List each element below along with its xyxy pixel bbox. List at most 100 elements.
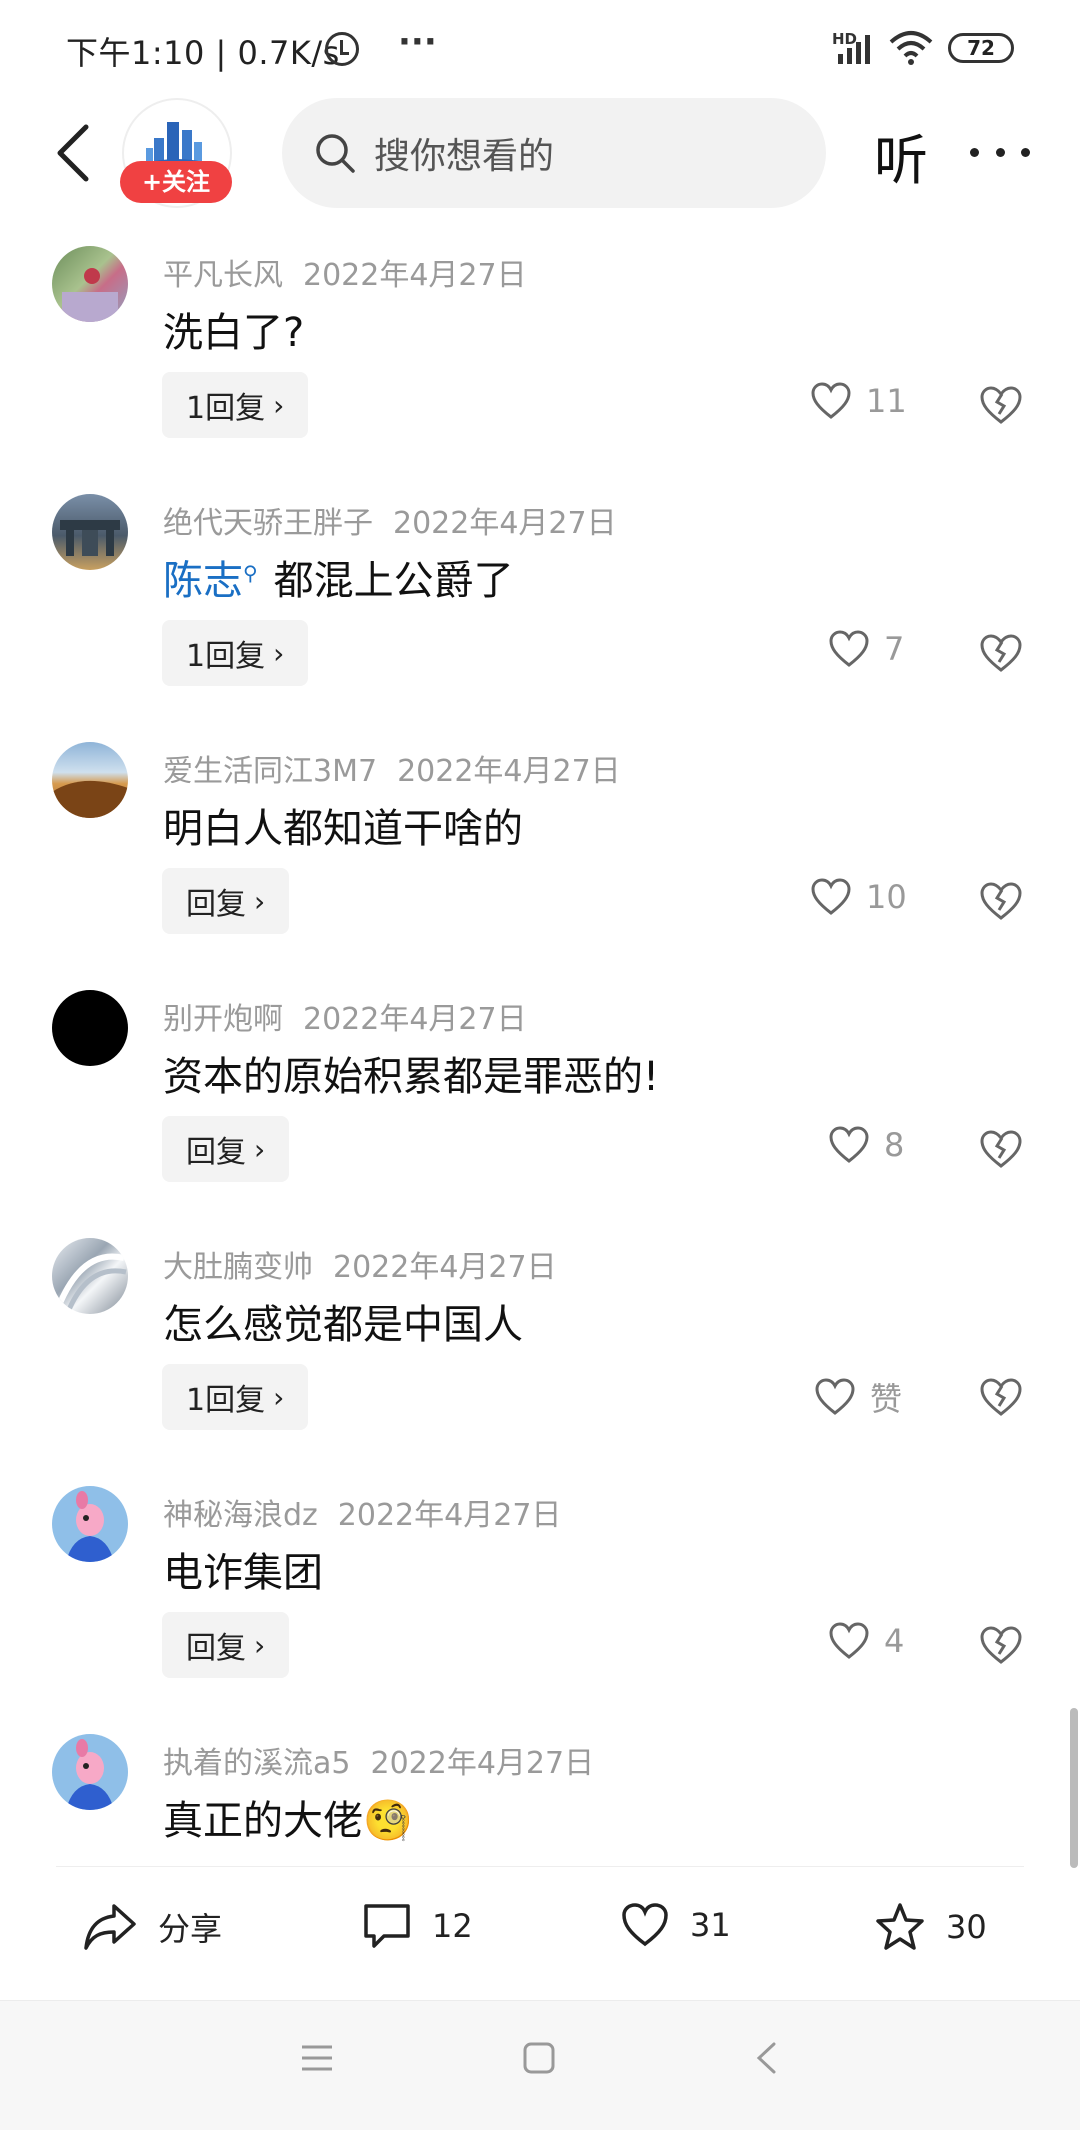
broken-heart-icon[interactable] [978, 630, 1024, 676]
comment-button[interactable]: 12 [362, 1902, 473, 1950]
comment-date: 2022年4月27日 [303, 1002, 527, 1037]
username[interactable]: 神秘海浪dz [163, 1498, 318, 1533]
user-avatar[interactable] [52, 1734, 128, 1810]
search-bar[interactable]: 搜你想看的 [282, 98, 826, 208]
like-count: 31 [690, 1906, 731, 1944]
reply-label: 1回复 [186, 1383, 266, 1418]
broken-heart-icon[interactable] [978, 382, 1024, 428]
like-count: 10 [866, 878, 907, 916]
share-button[interactable]: 分享 [82, 1902, 222, 1952]
like-count: 8 [884, 1126, 905, 1164]
chevron-right-icon: › [254, 1132, 266, 1166]
like-count: 4 [884, 1622, 905, 1660]
reply-button[interactable]: 1回复 › [162, 372, 309, 438]
reply-button[interactable]: 回复 › [162, 1612, 290, 1678]
reply-button[interactable]: 回复 › [162, 1116, 290, 1182]
reply-label: 回复 [186, 1631, 246, 1666]
search-mention-icon: ⚲ [243, 560, 258, 585]
follow-button[interactable]: +关注 [120, 161, 232, 203]
broken-heart-icon[interactable] [978, 1126, 1024, 1172]
reply-button[interactable]: 回复 › [162, 868, 290, 934]
article-like-button[interactable]: 31 [620, 1902, 731, 1948]
user-avatar[interactable] [52, 1238, 128, 1314]
heart-icon [811, 878, 851, 915]
username[interactable]: 别开炮啊 [163, 1002, 283, 1037]
favorite-count: 30 [946, 1908, 987, 1946]
heart-icon [829, 1622, 869, 1659]
comment-meta: 别开炮啊 2022年4月27日 [163, 994, 527, 1038]
comment-item: 爱生活同江3M7 2022年4月27日 明白人都知道干啥的 回复 › 10 [0, 736, 1080, 984]
share-icon [84, 1904, 136, 1950]
battery-indicator: 72 [948, 33, 1014, 63]
avatar-image-icon [66, 1491, 114, 1562]
home-icon[interactable] [522, 2041, 556, 2075]
like-button[interactable]: 10 [810, 878, 916, 916]
chevron-right-icon: › [254, 884, 266, 918]
signal-icon [838, 35, 870, 64]
comment-date: 2022年4月27日 [370, 1746, 595, 1781]
wifi-icon [889, 31, 933, 65]
heart-icon [815, 1378, 855, 1415]
user-avatar[interactable] [52, 742, 128, 818]
broken-heart-icon[interactable] [978, 878, 1024, 924]
user-avatar[interactable] [52, 1486, 128, 1562]
comment-item: 绝代天骄王胖子 2022年4月27日 陈志⚲ 都混上公爵了 1回复 › 7 [0, 488, 1080, 736]
broken-heart-icon[interactable] [978, 1374, 1024, 1420]
search-placeholder: 搜你想看的 [374, 136, 555, 177]
comment-text: 陈志⚲ 都混上公爵了 [163, 548, 514, 606]
listen-button[interactable]: 听 [874, 116, 928, 195]
comment-text: 洗白了? [163, 310, 305, 356]
like-button[interactable]: 8 [828, 1126, 934, 1164]
like-button[interactable]: 4 [828, 1622, 934, 1660]
comment-meta: 平凡长风 2022年4月27日 [163, 250, 527, 294]
chevron-right-icon: › [273, 636, 285, 670]
username[interactable]: 大肚腩变帅 [163, 1250, 313, 1285]
menu-icon[interactable] [300, 2041, 334, 2075]
back-button[interactable] [42, 114, 102, 192]
reply-button[interactable]: 1回复 › [162, 1364, 309, 1430]
comment-date: 2022年4月27日 [337, 1498, 562, 1533]
username[interactable]: 爱生活同江3M7 [163, 754, 377, 789]
like-count: 赞 [870, 1380, 903, 1418]
chevron-right-icon: › [254, 1628, 266, 1662]
broken-heart-icon[interactable] [978, 1622, 1024, 1668]
comment-text-body: 都混上公爵了 [273, 558, 514, 604]
heart-icon [811, 382, 851, 419]
heart-icon [829, 630, 869, 667]
favorite-button[interactable]: 30 [874, 1902, 987, 1952]
avatar-image-icon [60, 520, 120, 556]
comment-icon [364, 1904, 410, 1948]
scrollbar[interactable] [1070, 1708, 1078, 1868]
username[interactable]: 平凡长风 [163, 258, 283, 293]
comment-text: 怎么感觉都是中国人 [163, 1302, 523, 1348]
dot-icon [970, 147, 979, 157]
back-nav-icon[interactable] [754, 2041, 778, 2075]
user-avatar[interactable] [52, 990, 128, 1066]
system-nav-bar [0, 2000, 1080, 2130]
user-avatar[interactable] [52, 494, 128, 570]
avatar-image-icon [66, 1739, 114, 1810]
reply-label: 回复 [186, 1135, 246, 1170]
chevron-right-icon: › [273, 1380, 285, 1414]
mention-link[interactable]: 陈志 [163, 558, 243, 604]
more-options-button[interactable] [970, 142, 1030, 162]
reply-button[interactable]: 1回复 › [162, 620, 309, 686]
like-button[interactable]: 11 [810, 382, 916, 420]
avatar-image-icon [52, 780, 128, 818]
search-icon [316, 134, 355, 173]
reply-label: 回复 [186, 887, 246, 922]
divider [56, 1866, 1024, 1867]
status-bar: 下午1:10 | 0.7K/s ··· HD 72 [0, 0, 1080, 96]
reply-label: 1回复 [186, 639, 266, 674]
username[interactable]: 绝代天骄王胖子 [163, 506, 373, 541]
heart-icon [622, 1903, 668, 1947]
comment-meta: 执着的溪流a5 2022年4月27日 [163, 1738, 594, 1782]
dot-icon [1021, 147, 1030, 157]
comment-text: 真正的大佬🧐 [163, 1798, 413, 1844]
share-label: 分享 [158, 1910, 223, 1948]
username[interactable]: 执着的溪流a5 [163, 1746, 350, 1781]
comment-list: 平凡长风 2022年4月27日 洗白了? 1回复 › 11 绝代天骄王胖子 2022年… [0, 240, 1080, 1868]
user-avatar[interactable] [52, 246, 128, 322]
like-button[interactable]: 7 [828, 630, 934, 668]
like-button[interactable]: 赞 [814, 1374, 920, 1420]
